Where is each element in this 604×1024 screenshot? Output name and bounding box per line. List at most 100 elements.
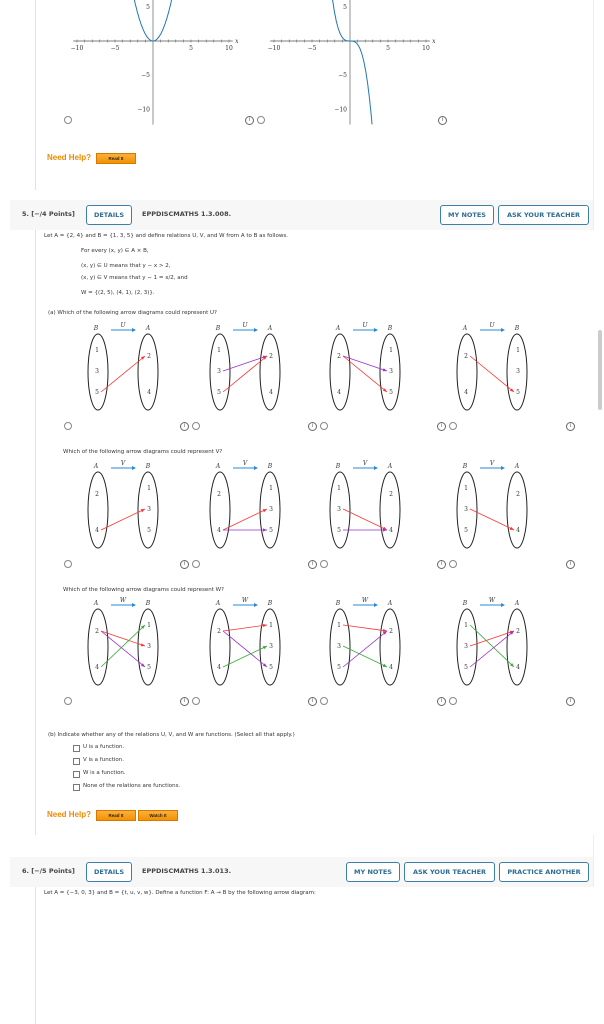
y-tick-label: −10 <box>137 106 150 113</box>
arrow-diagram-v-2: A B V 2 4 1 3 5 <box>209 460 281 549</box>
info-icon[interactable]: i <box>245 116 254 125</box>
set-label-left: A <box>215 600 221 607</box>
answer-radio[interactable] <box>320 560 328 568</box>
checkbox-u-function[interactable] <box>73 745 80 752</box>
watch-it-button[interactable]: Watch It <box>138 810 178 821</box>
need-help-label: Need Help? <box>47 153 92 162</box>
info-icon[interactable]: i <box>438 116 447 125</box>
set-element: 5 <box>147 527 151 534</box>
set-element: 1 <box>464 485 468 492</box>
read-it-button[interactable]: Read It <box>96 810 136 821</box>
relation-arrowhead <box>254 466 258 470</box>
info-icon[interactable]: i <box>566 560 575 569</box>
info-icon[interactable]: i <box>180 422 189 431</box>
y-tick-label: −5 <box>338 72 347 79</box>
answer-radio[interactable] <box>64 560 72 568</box>
q5-for-every: For every (x, y) ∈ A × B, <box>81 248 149 254</box>
relation-arrowhead <box>254 603 258 607</box>
x-tick-label: −10 <box>71 45 84 52</box>
set-element: 2 <box>337 353 341 360</box>
question-number: 6. [−/5 Points] <box>22 867 75 875</box>
y-tick-label: −5 <box>141 72 150 79</box>
answer-radio[interactable] <box>320 422 328 430</box>
info-icon[interactable]: i <box>180 697 189 706</box>
answer-radio[interactable] <box>449 422 457 430</box>
my-notes-button[interactable]: MY NOTES <box>346 862 400 882</box>
info-icon[interactable]: i <box>308 560 317 569</box>
ask-teacher-button[interactable]: ASK YOUR TEACHER <box>404 862 495 882</box>
set-element: 5 <box>217 389 221 396</box>
info-icon[interactable]: i <box>566 697 575 706</box>
set-element: 4 <box>217 527 221 534</box>
info-icon[interactable]: i <box>180 560 189 569</box>
set-element: 3 <box>217 368 221 375</box>
arrow-diagram-v-3: B A V 1 3 5 2 4 <box>329 460 401 549</box>
relation-arrowhead <box>501 603 505 607</box>
arrow-diagram-u-3: A B U 2 4 1 3 5 <box>329 322 401 411</box>
answer-radio[interactable] <box>449 697 457 705</box>
set-element: 3 <box>464 506 468 513</box>
set-element: 3 <box>389 368 393 375</box>
set-label-left: B <box>215 325 221 332</box>
set-ellipse-right <box>506 471 528 549</box>
checkbox-none-function[interactable] <box>73 784 80 791</box>
q5-part-a-v: Which of the following arrow diagrams co… <box>63 449 223 455</box>
info-icon[interactable]: i <box>308 422 317 431</box>
scrollbar[interactable] <box>598 330 602 410</box>
answer-radio[interactable] <box>64 422 72 430</box>
info-icon[interactable]: i <box>437 560 446 569</box>
q5-def-u: (x, y) ∈ U means that y − x > 2, <box>81 263 171 269</box>
answer-radio[interactable] <box>192 422 200 430</box>
set-element: 4 <box>217 664 221 671</box>
set-label-right: A <box>514 600 520 607</box>
answer-radio[interactable] <box>192 560 200 568</box>
arrow-diagram-w-3: B A W 1 3 5 2 4 <box>329 597 401 686</box>
set-label-right: B <box>267 600 273 607</box>
answer-radio[interactable] <box>257 116 265 124</box>
set-element: 1 <box>95 347 99 354</box>
set-element: 2 <box>147 353 151 360</box>
set-label-right: A <box>145 325 151 332</box>
arrow-diagram-w-4: B A W 1 3 5 2 4 <box>456 597 528 686</box>
info-icon[interactable]: i <box>566 422 575 431</box>
info-icon[interactable]: i <box>437 697 446 706</box>
answer-radio[interactable] <box>192 697 200 705</box>
set-element: 4 <box>389 664 393 671</box>
answer-radio[interactable] <box>320 697 328 705</box>
set-element: 4 <box>389 527 393 534</box>
details-button[interactable]: DETAILS <box>86 205 132 225</box>
set-element: 3 <box>147 506 151 513</box>
read-it-button[interactable]: Read It <box>96 153 136 164</box>
practice-another-button[interactable]: PRACTICE ANOTHER <box>499 862 589 882</box>
relation-label: W <box>242 597 249 604</box>
set-label-left: B <box>462 600 468 607</box>
info-icon[interactable]: i <box>437 422 446 431</box>
answer-radio[interactable] <box>64 697 72 705</box>
set-ellipse-left <box>209 471 231 549</box>
set-element: 1 <box>516 347 520 354</box>
ask-teacher-button[interactable]: ASK YOUR TEACHER <box>498 205 589 225</box>
set-ellipse-left <box>87 608 109 686</box>
relation-label: V <box>121 460 126 467</box>
info-icon[interactable]: i <box>308 697 317 706</box>
x-tick-label: −5 <box>111 45 120 52</box>
y-tick-label: 5 <box>146 4 150 11</box>
relation-arrowhead <box>374 328 378 332</box>
set-element: 5 <box>464 664 468 671</box>
y-tick-label: −10 <box>334 106 347 113</box>
details-button[interactable]: DETAILS <box>86 862 132 882</box>
relation-arrowhead <box>254 328 258 332</box>
set-label-right: A <box>514 463 520 470</box>
relation-arrowhead <box>501 328 505 332</box>
answer-radio[interactable] <box>449 560 457 568</box>
set-element: 5 <box>269 527 273 534</box>
checkbox-w-function[interactable] <box>73 771 80 778</box>
checkbox-v-function[interactable] <box>73 758 80 765</box>
option-w-function: W is a function. <box>83 770 126 776</box>
my-notes-button[interactable]: MY NOTES <box>440 205 494 225</box>
set-element: 4 <box>516 664 520 671</box>
set-ellipse-right <box>259 333 281 411</box>
set-element: 4 <box>337 389 341 396</box>
set-element: 1 <box>147 622 151 629</box>
answer-radio[interactable] <box>64 116 72 124</box>
